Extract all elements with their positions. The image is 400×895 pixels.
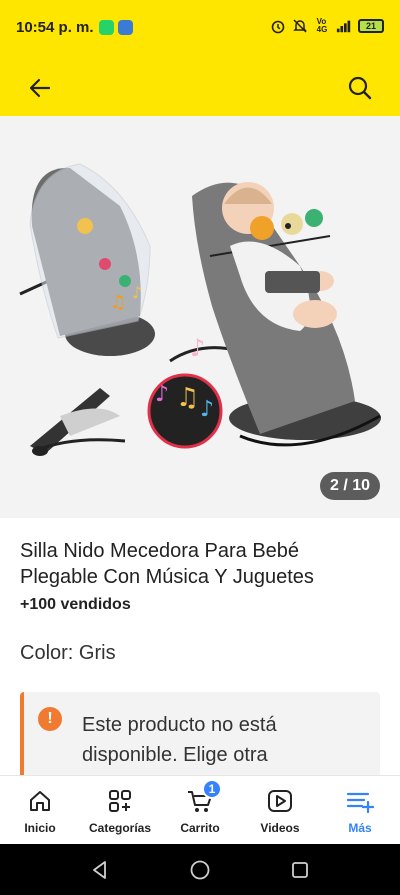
product-image: ♫ ♪ ♪ ♫ ♪ ♪ (19, 163, 381, 456)
nav-item-carrito[interactable]: 1 Carrito (160, 776, 240, 844)
sold-count: +100 vendidos (20, 596, 131, 613)
search-icon (348, 76, 372, 100)
signal-icon (336, 18, 352, 34)
bottom-nav: Inicio Categorías 1 Carrito Videos Más (0, 775, 400, 844)
nav-item-categorias[interactable]: Categorías (80, 776, 160, 844)
folded-bouncer-image (30, 388, 126, 456)
nav-label: Más (348, 821, 372, 835)
circle-home-icon (190, 860, 210, 880)
svg-text:♪: ♪ (190, 334, 205, 362)
warning-icon: ! (38, 707, 62, 731)
status-bar: 10:54 p. m. Vo 4G 21 (0, 0, 400, 58)
system-nav-bar (0, 844, 400, 895)
app-notification-icon (118, 20, 133, 35)
notice-text: Este producto no está disponible. Elige … (82, 714, 277, 766)
mute-icon (292, 18, 308, 34)
battery-icon: 21 (358, 19, 384, 33)
music-toy-image: ♪ ♫ ♪ ♪ (147, 334, 241, 449)
app-header (0, 58, 400, 116)
nav-label: Inicio (24, 821, 56, 835)
home-icon (26, 787, 54, 815)
nav-label: Videos (260, 821, 300, 835)
color-selector[interactable]: Color: Gris (20, 642, 116, 665)
alarm-icon (270, 18, 286, 34)
status-time: 10:54 p. m. (16, 19, 94, 36)
svg-text:♫: ♫ (110, 292, 126, 313)
search-button[interactable] (344, 72, 376, 104)
whatsapp-icon (99, 20, 114, 35)
categories-icon (106, 787, 134, 815)
nav-item-videos[interactable]: Videos (240, 776, 320, 844)
nav-label: Categorías (88, 821, 152, 835)
status-icons: Vo 4G 21 (270, 18, 384, 34)
system-recents-button[interactable] (288, 858, 312, 882)
image-counter: 2 / 10 (319, 472, 380, 500)
product-title: Silla Nido Mecedora Para Bebé Plegable C… (20, 540, 314, 588)
nav-label: Carrito (180, 821, 220, 835)
product-image-gallery[interactable]: ♫ ♪ ♪ ♫ ♪ ♪ 2 / 10 (0, 116, 400, 518)
svg-text:♪: ♪ (200, 397, 214, 422)
system-back-button[interactable] (88, 858, 112, 882)
arrow-left-icon (29, 78, 51, 98)
more-icon (346, 787, 374, 815)
bouncer-with-net-image: ♫ ♪ (19, 163, 155, 356)
volte-icon: Vo 4G (316, 17, 328, 34)
square-recents-icon (292, 862, 308, 878)
triangle-back-icon (93, 861, 106, 879)
cart-count-badge: 1 (202, 779, 222, 799)
svg-text:♪: ♪ (132, 283, 142, 302)
svg-text:♪: ♪ (155, 382, 169, 407)
svg-text:♫: ♫ (176, 383, 199, 413)
nav-item-inicio[interactable]: Inicio (0, 776, 80, 844)
nav-item-mas[interactable]: Más (320, 776, 400, 844)
back-button[interactable] (24, 72, 56, 104)
unavailable-notice: ! Este producto no está disponible. Elig… (20, 692, 380, 782)
system-home-button[interactable] (188, 858, 212, 882)
video-icon (266, 787, 294, 815)
